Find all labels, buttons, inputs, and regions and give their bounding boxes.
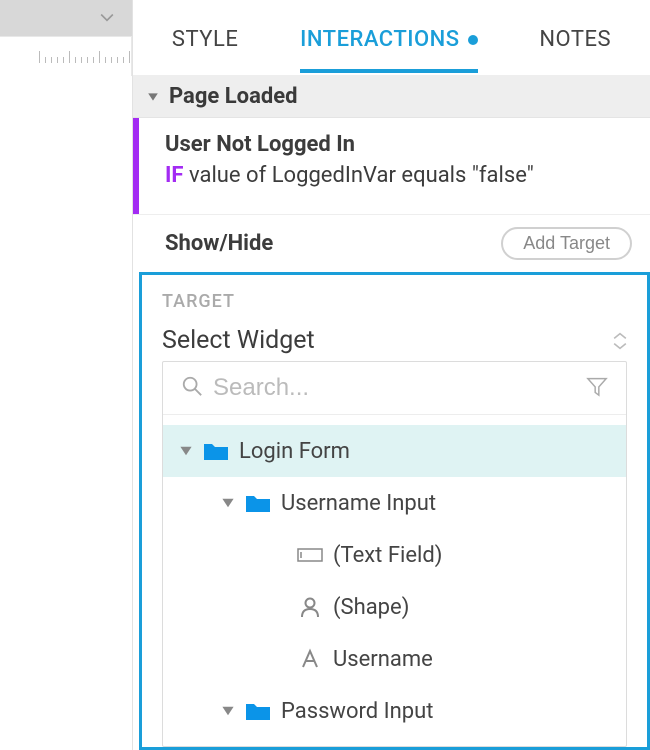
event-header[interactable]: Page Loaded [133,76,650,118]
tree-item[interactable]: Login Form [163,425,626,477]
widget-tree: Login Form Username Input (Text Field) (Sha… [163,425,626,737]
panel-collapse-handle[interactable] [0,0,132,36]
triangle-down-icon [147,91,159,103]
case-name: User Not Logged In [165,132,632,157]
target-section-label: TARGET [162,291,627,312]
search-input[interactable] [213,374,576,402]
canvas-left-strip [0,0,132,750]
textfield-icon [297,544,323,566]
widget-dropdown: Login Form Username Input (Text Field) (Sha… [162,361,627,747]
tab-interactions[interactable]: INTERACTIONS [294,3,483,72]
text-icon [297,648,323,670]
tree-item-label: (Shape) [333,595,409,620]
tree-item-label: Username Input [281,491,436,516]
tree-item[interactable]: Password Input [163,685,626,737]
target-panel: TARGET Select Widget Log [139,272,650,750]
tab-style[interactable]: STYLE [166,3,244,72]
tree-item-label: (Text Field) [333,543,442,568]
action-name: Show/Hide [165,231,273,256]
chevron-down-icon [100,13,114,23]
triangle-down-icon[interactable] [221,704,235,718]
condition-text: value of LoggedInVar equals "false" [189,163,534,188]
add-target-button[interactable]: Add Target [501,227,632,260]
unsaved-dot-icon [468,35,478,45]
event-name: Page Loaded [169,84,298,109]
tree-item[interactable]: (Shape) [163,581,626,633]
inspector-tabbar: STYLE INTERACTIONS NOTES [133,0,650,76]
tree-item-label: Password Input [281,699,433,724]
triangle-down-icon[interactable] [179,444,193,458]
inspector-panel: STYLE INTERACTIONS NOTES Page Loaded Use… [132,0,650,750]
if-keyword: IF [165,163,184,188]
folder-icon [203,440,229,462]
tree-item-label: Username [333,647,433,672]
shape-icon [297,596,323,618]
triangle-down-icon[interactable] [221,496,235,510]
select-widget-label: Select Widget [162,326,315,355]
tree-item[interactable]: Username Input [163,477,626,529]
tree-item-label: Login Form [239,439,350,464]
search-icon [181,375,203,401]
folder-icon [245,492,271,514]
case-condition: IF value of LoggedInVar equals "false" [165,163,632,188]
search-row [163,362,626,415]
stepper-icon[interactable] [613,332,627,350]
select-widget-row[interactable]: Select Widget [162,326,627,355]
folder-icon [245,700,271,722]
action-block[interactable]: Show/Hide Add Target [133,214,650,272]
tab-interactions-label: INTERACTIONS [300,27,459,52]
case-block[interactable]: User Not Logged In IF value of LoggedInV… [133,118,650,214]
horizontal-ruler [0,36,132,76]
tree-item[interactable]: Username [163,633,626,685]
filter-icon[interactable] [586,375,608,401]
tree-item[interactable]: (Text Field) [163,529,626,581]
tab-notes[interactable]: NOTES [533,3,617,72]
